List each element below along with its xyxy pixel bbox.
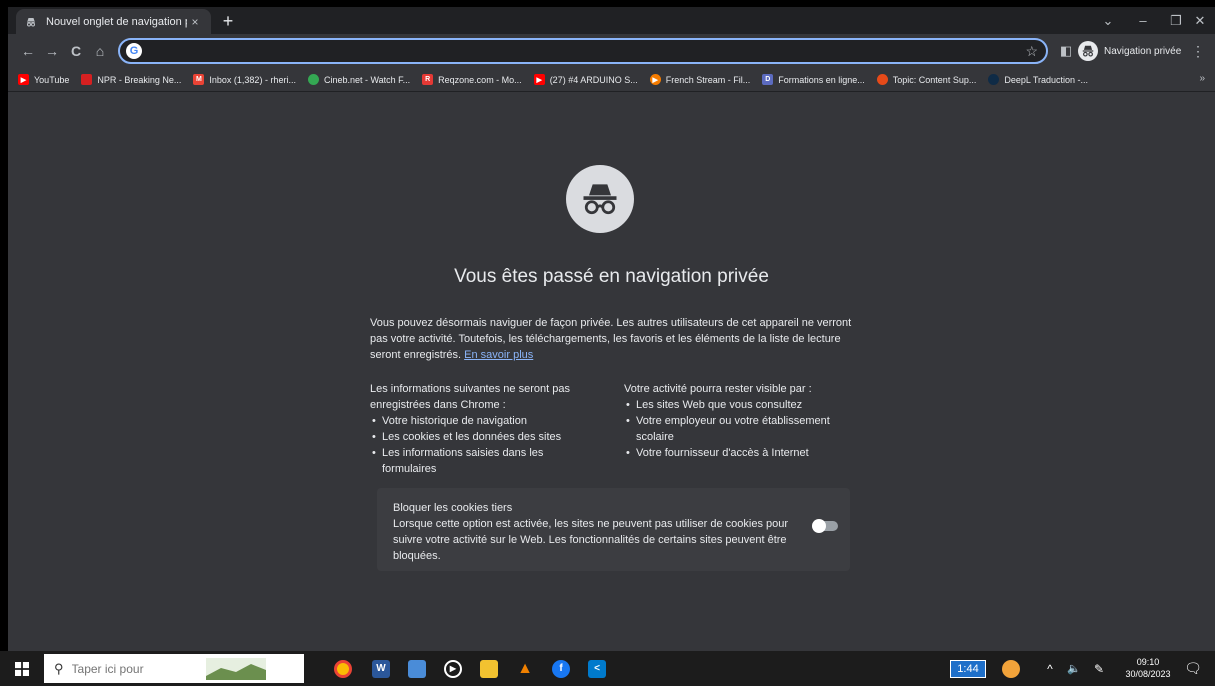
clock-time: 09:10 (1136, 657, 1160, 667)
play-icon: ▶ (649, 74, 661, 85)
page-title: Vous êtes passé en navigation privée (454, 266, 769, 287)
search-highlight-icon (205, 657, 266, 680)
incognito-page: Vous êtes passé en navigation privée Vou… (8, 92, 1215, 651)
pen-icon[interactable]: ✎ (1090, 651, 1108, 686)
media-player-taskbar-icon[interactable]: ▶ (442, 651, 464, 686)
bookmark-gmail[interactable]: M Inbox (1,382) - rheri... (193, 74, 296, 85)
bookmark-french-stream[interactable]: ▶ French Stream - Fil... (649, 74, 750, 85)
bookmark-formations[interactable]: D Formations en ligne... (762, 74, 865, 85)
formations-icon: D (762, 74, 774, 85)
toolbar: ← → C ⌂ G ☆ ◧ Navigation privée ⋮ (8, 34, 1215, 68)
google-icon: G (126, 43, 142, 59)
facebook-taskbar-icon[interactable]: f (550, 651, 572, 686)
block-cookies-toggle[interactable] (812, 519, 838, 533)
bookmark-reqzone[interactable]: R Reqzone.com - Mo... (422, 74, 522, 85)
list-item: Votre employeur ou votre établissement s… (624, 413, 864, 445)
block-cookies-description: Lorsque cette option est activée, les si… (393, 518, 789, 562)
reqzone-icon: R (422, 74, 434, 85)
volume-icon[interactable]: 🔈 (1064, 651, 1084, 686)
taskbar-search[interactable]: ⚲ (44, 654, 304, 683)
bookmarks-bar: ▶ YouTube NPR - Breaking Ne... M Inbox (1,… (8, 68, 1215, 92)
deepl-icon (988, 74, 1000, 85)
incognito-profile-chip[interactable]: Navigation privée (1078, 40, 1181, 62)
taskbar-search-input[interactable] (71, 661, 182, 676)
tray-counter[interactable]: 1:44 (946, 651, 990, 686)
forward-button[interactable]: → (42, 41, 62, 61)
menu-icon[interactable]: ⋮ (1188, 41, 1208, 61)
not-saved-section: Les informations suivantes ne seront pas… (370, 381, 590, 477)
address-input[interactable] (148, 43, 1026, 59)
browser-window: Nouvel onglet de navigation priv × + ⌄ –… (8, 7, 1215, 651)
close-tab-icon[interactable]: × (187, 14, 203, 30)
visible-to-section: Votre activité pourra rester visible par… (624, 381, 864, 461)
bookmark-cineb[interactable]: Cineb.net - Watch F... (307, 74, 410, 85)
cineb-icon (307, 74, 319, 85)
tray-app-icon[interactable] (1000, 651, 1022, 686)
list-item: Votre historique de navigation (370, 413, 590, 429)
taskbar-clock[interactable]: 09:10 30/08/2023 (1124, 656, 1172, 680)
chevron-up-icon[interactable]: ^ (1042, 651, 1058, 686)
bookmark-youtube[interactable]: ▶ YouTube (18, 74, 69, 85)
youtube-icon: ▶ (533, 74, 545, 85)
incognito-icon (24, 15, 38, 29)
vscode-taskbar-icon[interactable]: < (586, 651, 608, 686)
notifications-icon[interactable]: 🗨 (1182, 651, 1204, 686)
bookmark-npr[interactable]: NPR - Breaking Ne... (81, 74, 181, 85)
toggle-knob (812, 519, 826, 533)
not-saved-title: Les informations suivantes ne seront pas… (370, 383, 570, 411)
learn-more-link[interactable]: En savoir plus (464, 349, 533, 361)
gmail-icon: M (193, 74, 205, 85)
address-bar[interactable]: G ☆ (118, 38, 1048, 64)
new-tab-button[interactable]: + (217, 10, 239, 32)
taskbar: ⚲ ⊟ W ▶ ▲ f < 1:44 ^ 🔈 ✎ 09:10 30/08/202… (0, 651, 1215, 686)
incognito-icon (566, 165, 634, 233)
chrome-taskbar-icon[interactable] (332, 651, 354, 686)
close-window-button[interactable]: ✕ (1180, 7, 1215, 34)
tab-strip: Nouvel onglet de navigation priv × + ⌄ –… (8, 7, 1215, 34)
list-item: Votre fournisseur d'accès à Internet (624, 445, 864, 461)
task-view-icon[interactable]: ⊟ (282, 651, 300, 686)
tab-title: Nouvel onglet de navigation priv (46, 15, 187, 28)
youtube-icon: ▶ (18, 74, 29, 85)
tab-incognito[interactable]: Nouvel onglet de navigation priv × (16, 9, 211, 34)
bookmark-star-icon[interactable]: ☆ (1025, 43, 1038, 60)
list-item: Les informations saisies dans les formul… (370, 445, 590, 477)
tab-search-icon[interactable]: ⌄ (1088, 7, 1128, 34)
incognito-label: Navigation privée (1104, 45, 1182, 57)
visible-to-title: Votre activité pourra rester visible par… (624, 383, 812, 395)
npr-icon (81, 74, 93, 85)
bookmark-deepl[interactable]: DeepL Traduction -... (988, 74, 1088, 85)
vlc-taskbar-icon[interactable]: ▲ (514, 651, 536, 686)
home-button[interactable]: ⌂ (90, 41, 110, 61)
back-button[interactable]: ← (18, 41, 38, 61)
bookmarks-overflow-icon[interactable]: » (1199, 73, 1205, 84)
bookmark-topic[interactable]: Topic: Content Sup... (876, 74, 976, 85)
clock-date: 30/08/2023 (1125, 669, 1171, 679)
windows-start-icon[interactable] (10, 651, 34, 686)
side-panel-icon[interactable]: ◧ (1056, 41, 1076, 61)
block-cookies-card: Bloquer les cookies tiers Lorsque cette … (377, 488, 850, 571)
topic-icon (876, 74, 888, 85)
intro-text: Vous pouvez désormais naviguer de façon … (370, 317, 852, 361)
folder-taskbar-icon[interactable] (478, 651, 500, 686)
bookmark-arduino[interactable]: ▶ (27) #4 ARDUINO S... (533, 74, 638, 85)
block-cookies-title: Bloquer les cookies tiers (393, 502, 513, 514)
word-taskbar-icon[interactable]: W (370, 651, 392, 686)
reload-button[interactable]: C (66, 41, 86, 61)
list-item: Les cookies et les données des sites (370, 429, 590, 445)
search-icon: ⚲ (54, 660, 64, 676)
file-explorer-app-icon[interactable] (406, 651, 428, 686)
incognito-icon (1078, 41, 1098, 61)
list-item: Les sites Web que vous consultez (624, 397, 864, 413)
